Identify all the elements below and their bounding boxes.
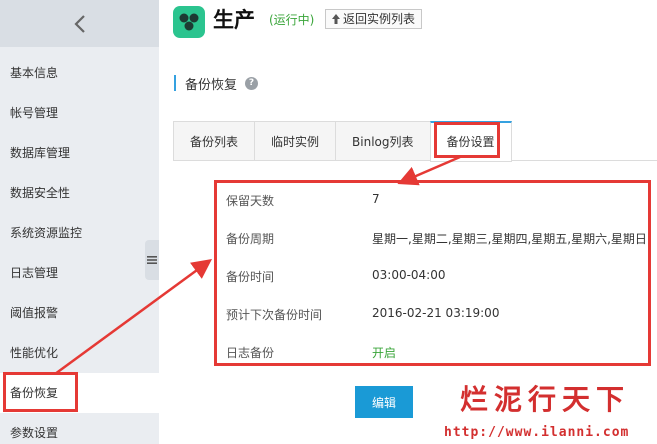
menu-icon [147,256,157,264]
edit-button[interactable]: 编辑 [355,386,413,418]
instance-logo [173,6,205,38]
tab-backup-list[interactable]: 备份列表 [173,121,255,161]
sidebar-item-backup[interactable]: 备份恢复 [0,373,159,413]
sidebar-item-security[interactable]: 数据安全性 [0,173,159,213]
page-title: 生产 [213,8,255,32]
sidebar-menu: 基本信息 帐号管理 数据库管理 数据安全性 系统资源监控 日志管理 阈值报警 性… [0,53,159,444]
setting-label: 保留天数 [226,194,275,208]
sidebar-toggle-handle[interactable] [145,240,159,280]
sidebar-item-account[interactable]: 帐号管理 [0,93,159,133]
setting-row-time: 备份时间 03:00-04:00 [226,268,446,285]
tab-temp-instance[interactable]: 临时实例 [254,121,336,161]
sidebar: 基本信息 帐号管理 数据库管理 数据安全性 系统资源监控 日志管理 阈值报警 性… [0,0,159,444]
setting-row-retention: 保留天数 7 [226,192,380,209]
help-icon[interactable]: ? [245,76,259,90]
sidebar-item-params[interactable]: 参数设置 [0,413,159,444]
setting-value: 星期一,星期二,星期三,星期四,星期五,星期六,星期日 [372,232,647,246]
header: 生产 (运行中) 返回实例列表 [159,0,657,47]
section-title: 备份恢复 [185,77,238,93]
watermark-title: 烂泥行天下 [460,383,631,416]
tab-backup-settings[interactable]: 备份设置 [429,121,512,162]
setting-value: 7 [372,192,380,206]
sidebar-item-database[interactable]: 数据库管理 [0,133,159,173]
tab-binlog-list[interactable]: Binlog列表 [335,121,430,161]
back-to-list-label: 返回实例列表 [343,12,416,26]
sidebar-item-logs[interactable]: 日志管理 [0,253,159,293]
setting-label: 日志备份 [226,346,275,360]
section-accent-bar [174,75,176,91]
sidebar-item-basic-info[interactable]: 基本信息 [0,53,159,93]
setting-label: 预计下次备份时间 [226,308,323,322]
database-cluster-icon [179,13,199,31]
sidebar-item-alarm[interactable]: 阈值报警 [0,293,159,333]
section-heading: 备份恢复 ? [174,73,259,93]
status-badge: (运行中) [269,13,315,27]
back-to-list-button[interactable]: 返回实例列表 [325,9,423,29]
sidebar-item-monitor[interactable]: 系统资源监控 [0,213,159,253]
tab-bar: 备份列表 临时实例 Binlog列表 备份设置 [173,121,657,162]
sidebar-collapse-button[interactable] [0,0,159,47]
setting-value: 开启 [372,346,397,360]
sidebar-item-performance[interactable]: 性能优化 [0,333,159,373]
setting-row-next-backup: 预计下次备份时间 2016-02-21 03:19:00 [226,306,499,323]
setting-label: 备份周期 [226,232,275,246]
chevron-left-icon [73,14,85,33]
watermark-url: http://www.ilanni.com [444,425,630,440]
setting-row-log-backup: 日志备份 开启 [226,344,396,361]
setting-value: 2016-02-21 03:19:00 [372,306,500,320]
arrow-up-icon [332,14,340,24]
backup-settings-panel: 保留天数 7 备份周期 星期一,星期二,星期三,星期四,星期五,星期六,星期日 … [214,180,651,366]
setting-value: 03:00-04:00 [372,268,446,282]
setting-row-cycle: 备份周期 星期一,星期二,星期三,星期四,星期五,星期六,星期日 [226,230,647,247]
setting-label: 备份时间 [226,270,275,284]
